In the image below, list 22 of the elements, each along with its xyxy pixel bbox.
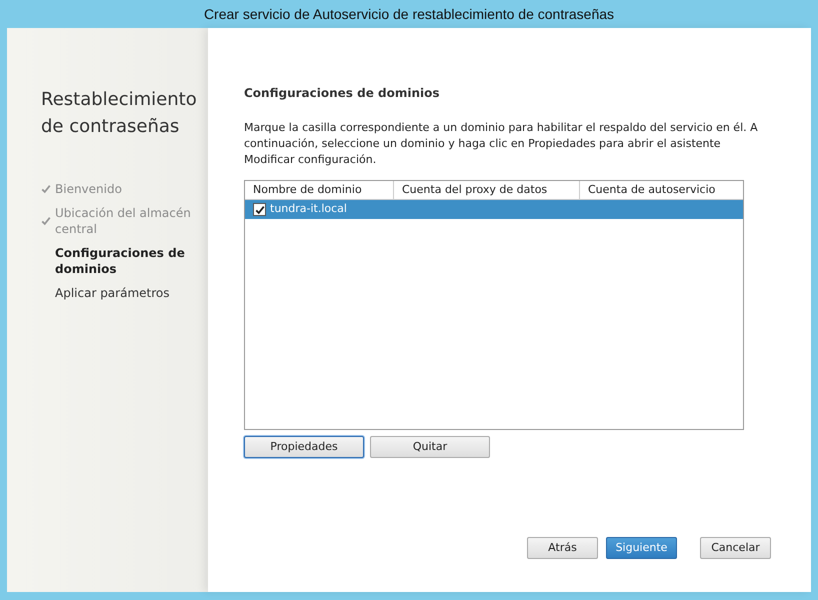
wizard-button[interactable]: Cancelar	[700, 537, 771, 559]
action-button[interactable]: Propiedades	[244, 436, 364, 458]
check-icon	[254, 204, 264, 214]
action-button[interactable]: Quitar	[370, 436, 490, 458]
wizard-button[interactable]: Atrás	[527, 537, 598, 559]
sidebar-title: Restablecimiento de contraseñas	[41, 88, 198, 139]
table-row[interactable]: tundra-it.local	[245, 200, 743, 219]
checkbox[interactable]	[253, 203, 266, 216]
step-label: Aplicar parámetros	[55, 285, 170, 301]
section-heading: Configuraciones de dominios	[244, 85, 441, 102]
check-icon	[41, 216, 51, 226]
wizard-button[interactable]: Siguiente	[606, 537, 677, 559]
step-label: Ubicación del almacén central	[55, 205, 192, 237]
domain-name: tundra-it.local	[270, 201, 347, 218]
window-title: Crear servicio de Autoservicio de restablecimiento de contraseñas	[204, 4, 614, 24]
column-header[interactable]: Nombre de dominio	[245, 181, 394, 199]
check-icon	[41, 184, 51, 194]
column-header[interactable]: Cuenta de autoservicio	[580, 181, 743, 199]
step-label: Configuraciones de dominios	[55, 245, 186, 277]
instructions-text: Marque la casilla correspondiente a un dominio para habilitar el respaldo del servicio en él. A continuación, seleccione un dominio y haga clic en Propiedades para abrir el asistente Modificar configuración.	[244, 120, 759, 168]
column-header[interactable]: Cuenta del proxy de datos	[394, 181, 580, 199]
step-label: Bienvenido	[55, 181, 122, 197]
